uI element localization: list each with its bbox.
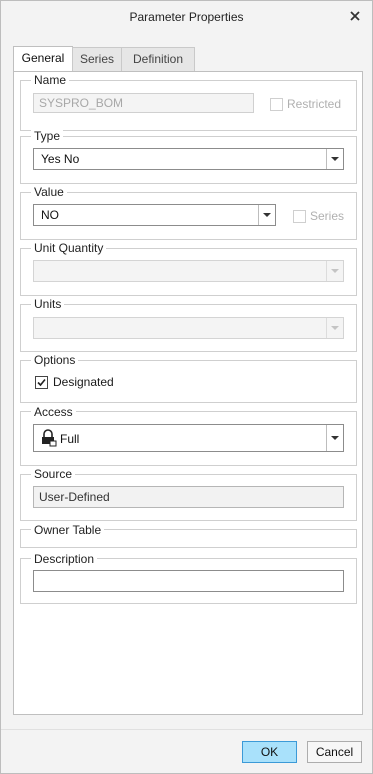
tab-general[interactable]: General bbox=[13, 46, 73, 72]
type-select[interactable]: Yes No bbox=[33, 148, 344, 170]
unit-quantity-dropdown-button[interactable] bbox=[326, 261, 343, 281]
chevron-down-icon bbox=[331, 326, 339, 330]
units-select[interactable] bbox=[33, 317, 344, 339]
access-select[interactable]: Full bbox=[33, 424, 344, 452]
designated-label: Designated bbox=[53, 375, 114, 389]
source-field: User-Defined bbox=[33, 486, 344, 508]
chevron-down-icon bbox=[331, 269, 339, 273]
general-tab-panel: Name SYSPRO_BOM Restricted Type Yes No V… bbox=[13, 71, 363, 715]
description-input[interactable] bbox=[33, 570, 344, 592]
name-legend: Name bbox=[31, 74, 70, 87]
footer-divider bbox=[1, 729, 372, 730]
value-dropdown-button[interactable] bbox=[258, 205, 275, 225]
units-dropdown-button[interactable] bbox=[326, 318, 343, 338]
unit-quantity-legend: Unit Quantity bbox=[31, 242, 107, 255]
name-field[interactable]: SYSPRO_BOM bbox=[33, 93, 254, 113]
access-dropdown-button[interactable] bbox=[326, 425, 343, 451]
owner-table-legend: Owner Table bbox=[31, 524, 105, 537]
series-label: Series bbox=[310, 209, 345, 223]
value-select[interactable]: NO bbox=[33, 204, 276, 226]
tab-series[interactable]: Series bbox=[72, 47, 122, 71]
description-legend: Description bbox=[31, 553, 98, 566]
close-icon[interactable] bbox=[347, 8, 363, 24]
chevron-down-icon bbox=[331, 436, 339, 440]
restricted-checkbox[interactable] bbox=[270, 98, 283, 111]
type-dropdown-button[interactable] bbox=[326, 149, 343, 169]
unit-quantity-select[interactable] bbox=[33, 260, 344, 282]
checkmark-icon bbox=[37, 378, 46, 387]
cancel-button[interactable]: Cancel bbox=[307, 741, 362, 763]
title-bar[interactable]: Parameter Properties bbox=[1, 1, 372, 34]
access-legend: Access bbox=[31, 406, 76, 419]
source-legend: Source bbox=[31, 468, 76, 481]
options-legend: Options bbox=[31, 354, 79, 367]
value-legend: Value bbox=[31, 186, 67, 199]
parameter-properties-dialog: Parameter Properties General Series Defi… bbox=[0, 0, 373, 774]
tab-definition[interactable]: Definition bbox=[121, 47, 195, 71]
lock-icon bbox=[41, 429, 57, 447]
chevron-down-icon bbox=[263, 213, 271, 217]
restricted-label: Restricted bbox=[287, 97, 342, 111]
value-select-value: NO bbox=[41, 208, 59, 222]
type-legend: Type bbox=[31, 130, 64, 143]
series-checkbox[interactable] bbox=[293, 210, 306, 223]
dialog-title: Parameter Properties bbox=[129, 10, 244, 24]
designated-checkbox[interactable] bbox=[35, 376, 48, 389]
chevron-down-icon bbox=[331, 157, 339, 161]
units-legend: Units bbox=[31, 298, 65, 311]
ok-button[interactable]: OK bbox=[242, 741, 297, 763]
type-select-value: Yes No bbox=[41, 152, 80, 166]
access-select-value: Full bbox=[60, 432, 80, 446]
